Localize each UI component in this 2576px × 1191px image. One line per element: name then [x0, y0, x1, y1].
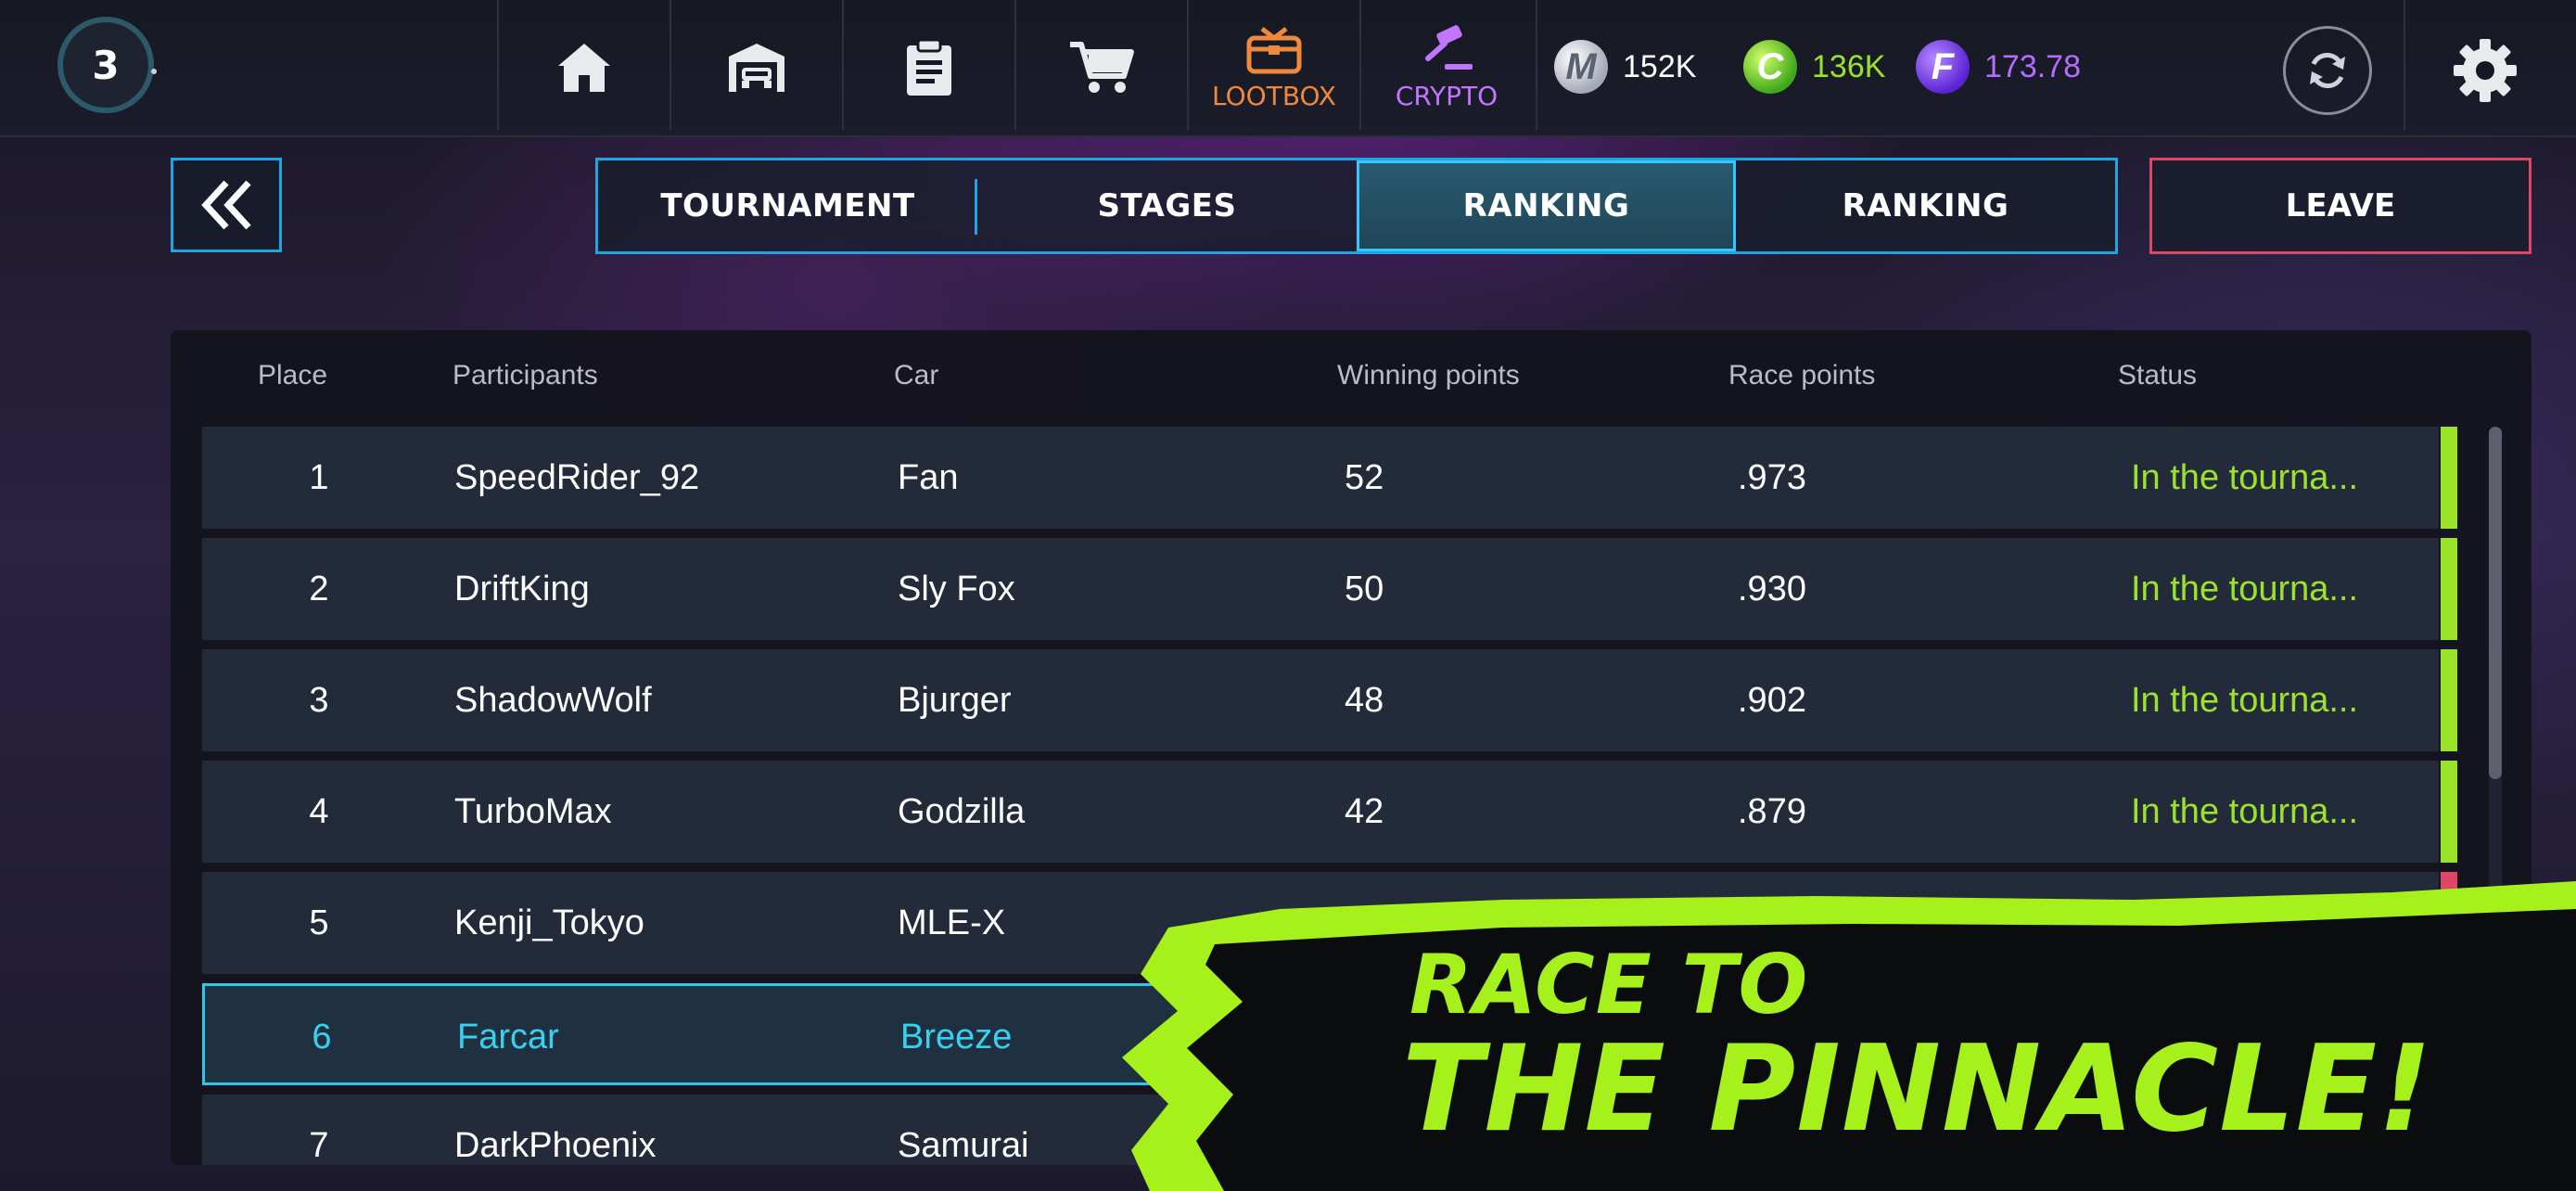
- tab-bar: TOURNAMENT STAGES RANKING RANKING: [595, 158, 2118, 254]
- tab-label: RANKING: [1842, 187, 2009, 224]
- tab-ranking[interactable]: RANKING: [1736, 160, 2115, 251]
- cell-participant: TurboMax: [454, 791, 612, 831]
- c-coin-icon: C: [1743, 40, 1797, 94]
- cell-winning-points: 50: [1345, 569, 1384, 608]
- header-winning-points: Winning points: [1337, 360, 1520, 391]
- header-race-points: Race points: [1728, 360, 1876, 391]
- auction-hammer-icon: [1425, 24, 1473, 70]
- nav-divider: [1536, 0, 1537, 130]
- scrollbar-thumb[interactable]: [2489, 427, 2502, 779]
- cell-race-points: .902: [1738, 680, 1806, 720]
- cell-car: Sly Fox: [898, 569, 1015, 608]
- cell-race-points: .973: [1738, 457, 1806, 497]
- tab-stages[interactable]: STAGES: [977, 160, 1357, 251]
- currency-m: M 152K: [1554, 37, 1696, 96]
- status-indicator: [2441, 761, 2457, 863]
- home-icon: [558, 44, 610, 92]
- status-indicator: [2441, 427, 2457, 529]
- cart-icon: [1070, 42, 1134, 93]
- m-coin-icon: M: [1554, 40, 1608, 94]
- tasks-button[interactable]: [844, 0, 1014, 135]
- cell-car: Godzilla: [898, 791, 1026, 831]
- gear-icon: [2454, 39, 2517, 102]
- cell-car: Fan: [898, 457, 959, 497]
- lootbox-icon: [1246, 26, 1302, 73]
- level-badge[interactable]: 3: [57, 17, 154, 113]
- crypto-label: CRYPTO: [1395, 80, 1498, 111]
- cell-participant: DarkPhoenix: [454, 1125, 657, 1165]
- level-progress-dot: [151, 69, 157, 74]
- tab-tournament[interactable]: TOURNAMENT: [598, 160, 977, 251]
- cell-place: 7: [309, 1125, 329, 1165]
- cell-place: 2: [309, 569, 329, 608]
- clipboard-icon: [907, 38, 951, 96]
- cell-status: In the tourna...: [2131, 791, 2359, 831]
- table-header: Place Participants Car Winning points Ra…: [171, 351, 2531, 406]
- cell-race-points: .930: [1738, 569, 1806, 608]
- double-chevron-left-icon: [201, 180, 251, 230]
- f-coin-icon: F: [1916, 40, 1970, 94]
- refresh-icon: [2310, 53, 2345, 88]
- cell-place: 1: [309, 457, 329, 497]
- status-indicator: [2441, 649, 2457, 751]
- garage-icon: [729, 44, 784, 92]
- cell-winning-points: 52: [1345, 457, 1384, 497]
- currency-c: C 136K: [1743, 37, 1885, 96]
- garage-button[interactable]: [671, 0, 842, 135]
- table-row[interactable]: 3 ShadowWolf Bjurger 48 .902 In the tourna...: [202, 649, 2457, 751]
- shop-button[interactable]: [1016, 0, 1187, 135]
- back-button[interactable]: [171, 158, 282, 252]
- refresh-button[interactable]: [2283, 26, 2372, 115]
- cell-participant: Farcar: [457, 1017, 559, 1057]
- currency-m-value: 152K: [1623, 48, 1697, 84]
- cell-car: Bjurger: [898, 680, 1012, 720]
- promo-line1: RACE TO: [1409, 937, 1809, 1032]
- cell-place: 6: [312, 1017, 332, 1057]
- currency-f: F 173.78: [1916, 37, 2081, 96]
- cell-participant: SpeedRider_92: [454, 457, 700, 497]
- cell-participant: ShadowWolf: [454, 680, 652, 720]
- lootbox-button[interactable]: LOOTBOX: [1189, 0, 1359, 135]
- currency-c-value: 136K: [1812, 48, 1886, 84]
- cell-status: In the tourna...: [2131, 680, 2359, 720]
- nav-divider: [2404, 0, 2405, 130]
- cell-status: In the tourna...: [2131, 457, 2359, 497]
- home-button[interactable]: [499, 0, 670, 135]
- tab-ranking-active[interactable]: RANKING: [1357, 160, 1736, 251]
- settings-button[interactable]: [2448, 33, 2522, 108]
- leave-label: LEAVE: [2285, 187, 2396, 224]
- header-status: Status: [2118, 360, 2198, 391]
- table-row[interactable]: 2 DriftKing Sly Fox 50 .930 In the tourna...: [202, 538, 2457, 640]
- tab-label: STAGES: [1097, 187, 1237, 224]
- cell-place: 3: [309, 680, 329, 720]
- promo-banner: RACE TO THE PINNACLE!: [1113, 872, 2576, 1191]
- cell-place: 4: [309, 791, 329, 831]
- tab-label: TOURNAMENT: [660, 187, 915, 224]
- cell-winning-points: 42: [1345, 791, 1384, 831]
- table-row[interactable]: 1 SpeedRider_92 Fan 52 .973 In the tourna...: [202, 427, 2457, 529]
- promo-line2: THE PINNACLE!: [1402, 1020, 2433, 1159]
- cell-participant: DriftKing: [454, 569, 590, 608]
- table-row[interactable]: 4 TurboMax Godzilla 42 .879 In the tourna...: [202, 761, 2457, 863]
- cell-place: 5: [309, 903, 329, 942]
- top-bar: 3 LOOTBOX CRYPTO M 152K C 136K F 173.78: [0, 0, 2576, 137]
- status-indicator: [2441, 538, 2457, 640]
- crypto-button[interactable]: CRYPTO: [1361, 0, 1532, 135]
- header-car: Car: [894, 360, 939, 391]
- cell-status: In the tourna...: [2131, 569, 2359, 608]
- leave-button[interactable]: LEAVE: [2149, 158, 2531, 254]
- header-participants: Participants: [453, 360, 598, 391]
- header-place: Place: [258, 360, 328, 391]
- cell-race-points: .879: [1738, 791, 1806, 831]
- cell-participant: Kenji_Tokyo: [454, 903, 644, 942]
- tab-label: RANKING: [1462, 187, 1630, 224]
- lootbox-label: LOOTBOX: [1212, 80, 1336, 111]
- level-number: 3: [92, 42, 120, 88]
- cell-winning-points: 48: [1345, 680, 1384, 720]
- currency-f-value: 173.78: [1984, 48, 2081, 84]
